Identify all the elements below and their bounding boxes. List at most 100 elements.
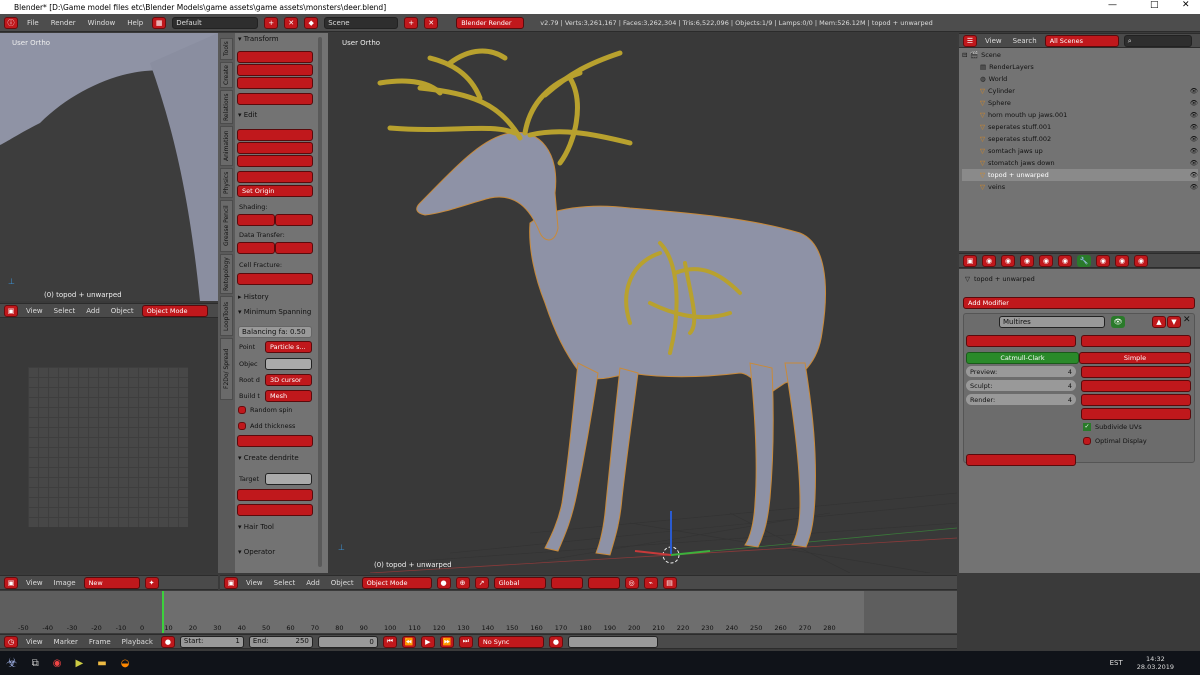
start-menu-icon[interactable]: ☣ (6, 656, 18, 671)
tab-tools[interactable]: Tools (220, 38, 233, 60)
image-menu-image[interactable]: Image (51, 579, 79, 587)
tab-relations[interactable]: Relations (220, 90, 233, 124)
dendrite-create-button[interactable] (237, 489, 313, 501)
data-button[interactable] (237, 242, 275, 254)
maximize-button[interactable]: □ (1150, 0, 1159, 10)
visibility-eye-icon[interactable]: 👁 (1190, 183, 1198, 191)
preview-level-field[interactable]: Preview: 4 (966, 366, 1076, 377)
dendrite-remove-button[interactable] (237, 504, 313, 516)
view3d-menu-view[interactable]: View (243, 579, 266, 587)
copy-button[interactable] (1081, 335, 1191, 347)
mirror-button[interactable] (237, 93, 313, 105)
image-menu-view[interactable]: View (23, 579, 46, 587)
section-transform[interactable]: ▾ Transform (238, 35, 279, 43)
rotate-button[interactable] (237, 64, 313, 76)
constraints-tab-icon[interactable]: ◉ (1058, 254, 1072, 267)
menu-file[interactable]: File (24, 19, 42, 27)
add-scene-icon[interactable]: + (404, 16, 419, 29)
task-view-icon[interactable]: ⧉ (32, 658, 39, 669)
outliner-menu-view[interactable]: View (982, 37, 1005, 45)
tool-shelf-scrollbar[interactable] (318, 37, 322, 567)
editor-type-icon[interactable]: ▣ (4, 304, 18, 317)
modifiers-tab-icon[interactable]: 🔧 (1077, 254, 1091, 267)
visibility-eye-icon[interactable]: 👁 (1190, 99, 1198, 107)
object-field[interactable] (265, 358, 312, 370)
move-down-icon[interactable]: ▼ (1167, 316, 1181, 328)
scene-tab-icon[interactable]: ◉ (1001, 254, 1015, 267)
uv-menu-view[interactable]: View (23, 307, 46, 315)
save-external-button[interactable] (966, 454, 1076, 466)
outliner-editor-icon[interactable]: ☰ (963, 34, 977, 47)
timeline-menu-playback[interactable]: Playback (119, 638, 156, 646)
layers-right[interactable] (587, 576, 620, 589)
tab-grease-pencil[interactable]: Grease Pencil (220, 200, 233, 252)
manipulator-icon[interactable]: ↗ (474, 576, 489, 589)
move-up-icon[interactable]: ▲ (1152, 316, 1166, 328)
uv-mode-select[interactable]: Object Mode (141, 304, 208, 317)
outliner-row-seperates-002[interactable]: ▽ seperates stuff.002 👁 (962, 133, 1198, 145)
random-spin-checkbox[interactable] (238, 406, 246, 414)
layers-left[interactable] (550, 576, 583, 589)
subdivide-button[interactable] (1081, 366, 1191, 378)
blender-icon[interactable]: ◒ (121, 658, 130, 669)
uv-menu-object[interactable]: Object (108, 307, 137, 315)
add-modifier-select[interactable]: Add Modifier (963, 297, 1195, 309)
shading-icon[interactable]: ● (436, 576, 451, 589)
object-tab-icon[interactable]: ◉ (1039, 254, 1053, 267)
jump-start-icon[interactable]: ⏮ (382, 635, 397, 648)
main-3d-viewport[interactable]: User Ortho (0) topod + unwarped ⊥ (330, 33, 957, 573)
translate-button[interactable] (237, 51, 313, 63)
outliner-row-sphere[interactable]: ▽ Sphere 👁 (962, 97, 1198, 109)
prev-key-icon[interactable]: ⏪ (401, 635, 416, 648)
outliner-row-horn[interactable]: ▽ horn mouth up jaws.001 👁 (962, 109, 1198, 121)
visibility-eye-icon[interactable]: 👁 (1190, 147, 1198, 155)
visibility-eye-icon[interactable]: 👁 (1190, 111, 1198, 119)
tab-create[interactable]: Create (220, 62, 233, 88)
view3d-editor-icon[interactable]: ▣ (224, 576, 238, 589)
outliner-row-scene[interactable]: ⊟ 🎬 Scene (962, 49, 1198, 61)
target-field[interactable] (265, 473, 312, 485)
subdivide-uvs-row[interactable]: ✓ Subdivide UVs (1083, 423, 1142, 431)
material-tab-icon[interactable]: ◉ (1115, 254, 1129, 267)
data-layout-button[interactable] (275, 242, 313, 254)
modifier-name-field[interactable]: Multires (999, 316, 1105, 328)
random-spin-row[interactable]: Random spin (238, 406, 292, 414)
outliner-row-jaws-up[interactable]: ▽ somtach jaws up 👁 (962, 145, 1198, 157)
flat-button[interactable] (275, 214, 313, 226)
view3d-menu-select[interactable]: Select (271, 579, 299, 587)
layout-icon[interactable]: ▦ (152, 16, 167, 29)
menu-render[interactable]: Render (48, 19, 79, 27)
apply-button[interactable] (966, 335, 1076, 347)
jump-end-icon[interactable]: ⏭ (458, 635, 473, 648)
tab-spread[interactable]: F2Do/ Spread (220, 338, 233, 400)
visibility-eye-icon[interactable]: 👁 (1190, 135, 1198, 143)
join-button[interactable] (237, 171, 313, 183)
modifier-visibility-icon[interactable]: 👁 (1111, 316, 1125, 328)
end-frame-field[interactable]: End: 250 (248, 635, 313, 648)
new-image-button[interactable]: New (83, 576, 140, 589)
add-layout-icon[interactable]: + (264, 16, 279, 29)
pivot-icon[interactable]: ⊕ (455, 576, 470, 589)
delete-scene-icon[interactable]: ✕ (424, 16, 439, 29)
render-icon[interactable]: ▤ (662, 576, 677, 589)
add-thickness-checkbox[interactable] (238, 422, 246, 430)
optimal-display-checkbox[interactable] (1083, 437, 1091, 445)
timeline-menu-frame[interactable]: Frame (86, 638, 114, 646)
outliner-row-world[interactable]: ◍ World (962, 73, 1198, 85)
section-create-dendrite[interactable]: ▾ Create dendrite (238, 454, 299, 462)
visibility-eye-icon[interactable]: 👁 (1190, 87, 1198, 95)
delete-higher-button[interactable] (1081, 380, 1191, 392)
sculpt-level-field[interactable]: Sculpt: 4 (966, 380, 1076, 391)
close-button[interactable]: ✕ (1182, 0, 1190, 10)
snap-icon[interactable]: ⌁ (643, 576, 658, 589)
minimize-button[interactable]: — (1108, 0, 1117, 10)
smooth-button[interactable] (237, 214, 275, 226)
file-explorer-icon[interactable]: ▬ (97, 658, 106, 669)
keying-icon[interactable]: ● (160, 635, 175, 648)
uv-menu-add[interactable]: Add (83, 307, 103, 315)
outliner-row-veins[interactable]: ▽ veins 👁 (962, 181, 1198, 193)
timeline-menu-view[interactable]: View (23, 638, 46, 646)
current-frame-field[interactable]: 0 (317, 635, 378, 648)
outliner-row-topod[interactable]: ▽ topod + unwarped 👁 (962, 169, 1198, 181)
scene-icon[interactable]: ◆ (304, 16, 319, 29)
